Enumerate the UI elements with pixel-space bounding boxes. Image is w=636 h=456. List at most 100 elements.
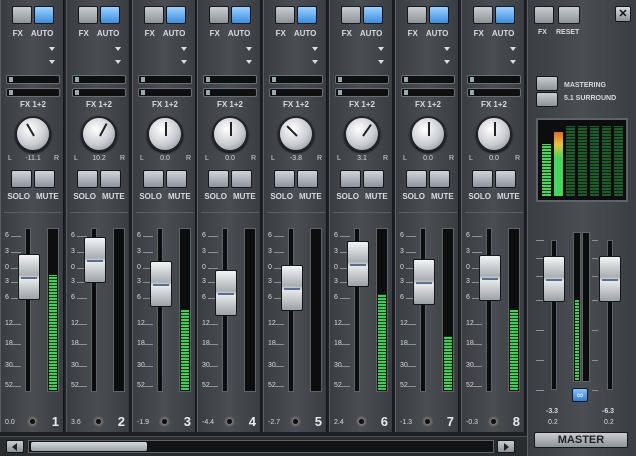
volume-fader[interactable] <box>215 270 237 316</box>
solo-button[interactable] <box>406 170 427 188</box>
surround-toggle[interactable] <box>536 92 558 107</box>
scroll-right-icon[interactable] <box>497 440 515 453</box>
chevron-down-icon[interactable] <box>312 60 318 64</box>
auto-button[interactable] <box>297 6 317 24</box>
chevron-down-icon[interactable] <box>378 47 384 51</box>
volume-fader[interactable] <box>347 241 369 287</box>
link-icon[interactable]: ∞ <box>572 388 588 402</box>
fx-send-slot[interactable] <box>138 88 192 97</box>
master-left-fader[interactable] <box>543 256 565 302</box>
fx-send-slot[interactable] <box>335 88 389 97</box>
scroll-left-icon[interactable] <box>6 440 24 453</box>
scroll-track[interactable] <box>28 440 494 453</box>
chevron-down-icon[interactable] <box>378 60 384 64</box>
mute-button[interactable] <box>495 170 516 188</box>
pan-knob[interactable] <box>15 116 51 152</box>
pan-knob[interactable] <box>147 116 183 152</box>
fx-button[interactable] <box>341 6 361 24</box>
pan-knob[interactable] <box>81 116 117 152</box>
volume-fader[interactable] <box>413 259 435 305</box>
fx-button[interactable] <box>12 6 32 24</box>
fx-send-slot[interactable] <box>467 75 521 84</box>
fx-send-slot[interactable] <box>467 88 521 97</box>
volume-fader[interactable] <box>479 255 501 301</box>
chevron-down-icon[interactable] <box>510 60 516 64</box>
input-jack-icon[interactable] <box>488 416 499 427</box>
volume-fader[interactable] <box>150 261 172 307</box>
volume-fader[interactable] <box>18 254 40 300</box>
fx-send-slot[interactable] <box>335 75 389 84</box>
pan-knob[interactable] <box>212 116 248 152</box>
solo-button[interactable] <box>143 170 164 188</box>
fx-button[interactable] <box>275 6 295 24</box>
fx-button[interactable] <box>473 6 493 24</box>
pan-knob[interactable] <box>344 116 380 152</box>
input-jack-icon[interactable] <box>290 416 301 427</box>
fx-button[interactable] <box>78 6 98 24</box>
master-reset-button[interactable] <box>558 6 580 24</box>
volume-fader[interactable] <box>281 265 303 311</box>
fx-send-slot[interactable] <box>269 75 323 84</box>
master-fx-button[interactable] <box>534 6 554 24</box>
chevron-down-icon[interactable] <box>246 60 252 64</box>
chevron-down-icon[interactable] <box>115 60 121 64</box>
fx-button[interactable] <box>144 6 164 24</box>
auto-button[interactable] <box>495 6 515 24</box>
fx-send-slot[interactable] <box>72 88 126 97</box>
fx-send-slot[interactable] <box>72 75 126 84</box>
fx-send-slot[interactable] <box>6 75 60 84</box>
mute-button[interactable] <box>166 170 187 188</box>
master-right-fader[interactable] <box>599 256 621 302</box>
scroll-thumb[interactable] <box>31 442 147 451</box>
chevron-down-icon[interactable] <box>312 47 318 51</box>
input-jack-icon[interactable] <box>224 416 235 427</box>
chevron-down-icon[interactable] <box>49 47 55 51</box>
solo-button[interactable] <box>77 170 98 188</box>
pan-knob[interactable] <box>476 116 512 152</box>
chevron-down-icon[interactable] <box>181 60 187 64</box>
mute-button[interactable] <box>297 170 318 188</box>
mute-button[interactable] <box>429 170 450 188</box>
input-jack-icon[interactable] <box>356 416 367 427</box>
solo-button[interactable] <box>472 170 493 188</box>
mastering-toggle[interactable] <box>536 76 558 91</box>
input-jack-icon[interactable] <box>27 416 38 427</box>
mute-button[interactable] <box>231 170 252 188</box>
auto-button[interactable] <box>231 6 251 24</box>
pan-knob[interactable] <box>278 116 314 152</box>
chevron-down-icon[interactable] <box>246 47 252 51</box>
fx-send-slot[interactable] <box>138 75 192 84</box>
fx-send-slot[interactable] <box>401 88 455 97</box>
pan-knob[interactable] <box>410 116 446 152</box>
close-button[interactable]: ✕ <box>615 6 631 22</box>
horizontal-scrollbar[interactable] <box>0 436 527 456</box>
fx-send-slot[interactable] <box>401 75 455 84</box>
fx-button[interactable] <box>407 6 427 24</box>
chevron-down-icon[interactable] <box>115 47 121 51</box>
volume-fader[interactable] <box>84 237 106 283</box>
auto-button[interactable] <box>100 6 120 24</box>
solo-button[interactable] <box>208 170 229 188</box>
auto-button[interactable] <box>429 6 449 24</box>
mute-button[interactable] <box>363 170 384 188</box>
fx-send-slot[interactable] <box>6 88 60 97</box>
auto-button[interactable] <box>166 6 186 24</box>
fx-send-slot[interactable] <box>203 75 257 84</box>
solo-button[interactable] <box>11 170 32 188</box>
chevron-down-icon[interactable] <box>510 47 516 51</box>
mute-button[interactable] <box>100 170 121 188</box>
fx-button[interactable] <box>209 6 229 24</box>
input-jack-icon[interactable] <box>422 416 433 427</box>
chevron-down-icon[interactable] <box>49 60 55 64</box>
fx-send-slot[interactable] <box>269 88 323 97</box>
chevron-down-icon[interactable] <box>444 60 450 64</box>
fx-send-slot[interactable] <box>203 88 257 97</box>
auto-button[interactable] <box>363 6 383 24</box>
mute-button[interactable] <box>34 170 55 188</box>
chevron-down-icon[interactable] <box>181 47 187 51</box>
input-jack-icon[interactable] <box>93 416 104 427</box>
auto-button[interactable] <box>34 6 54 24</box>
input-jack-icon[interactable] <box>159 416 170 427</box>
chevron-down-icon[interactable] <box>444 47 450 51</box>
solo-button[interactable] <box>340 170 361 188</box>
